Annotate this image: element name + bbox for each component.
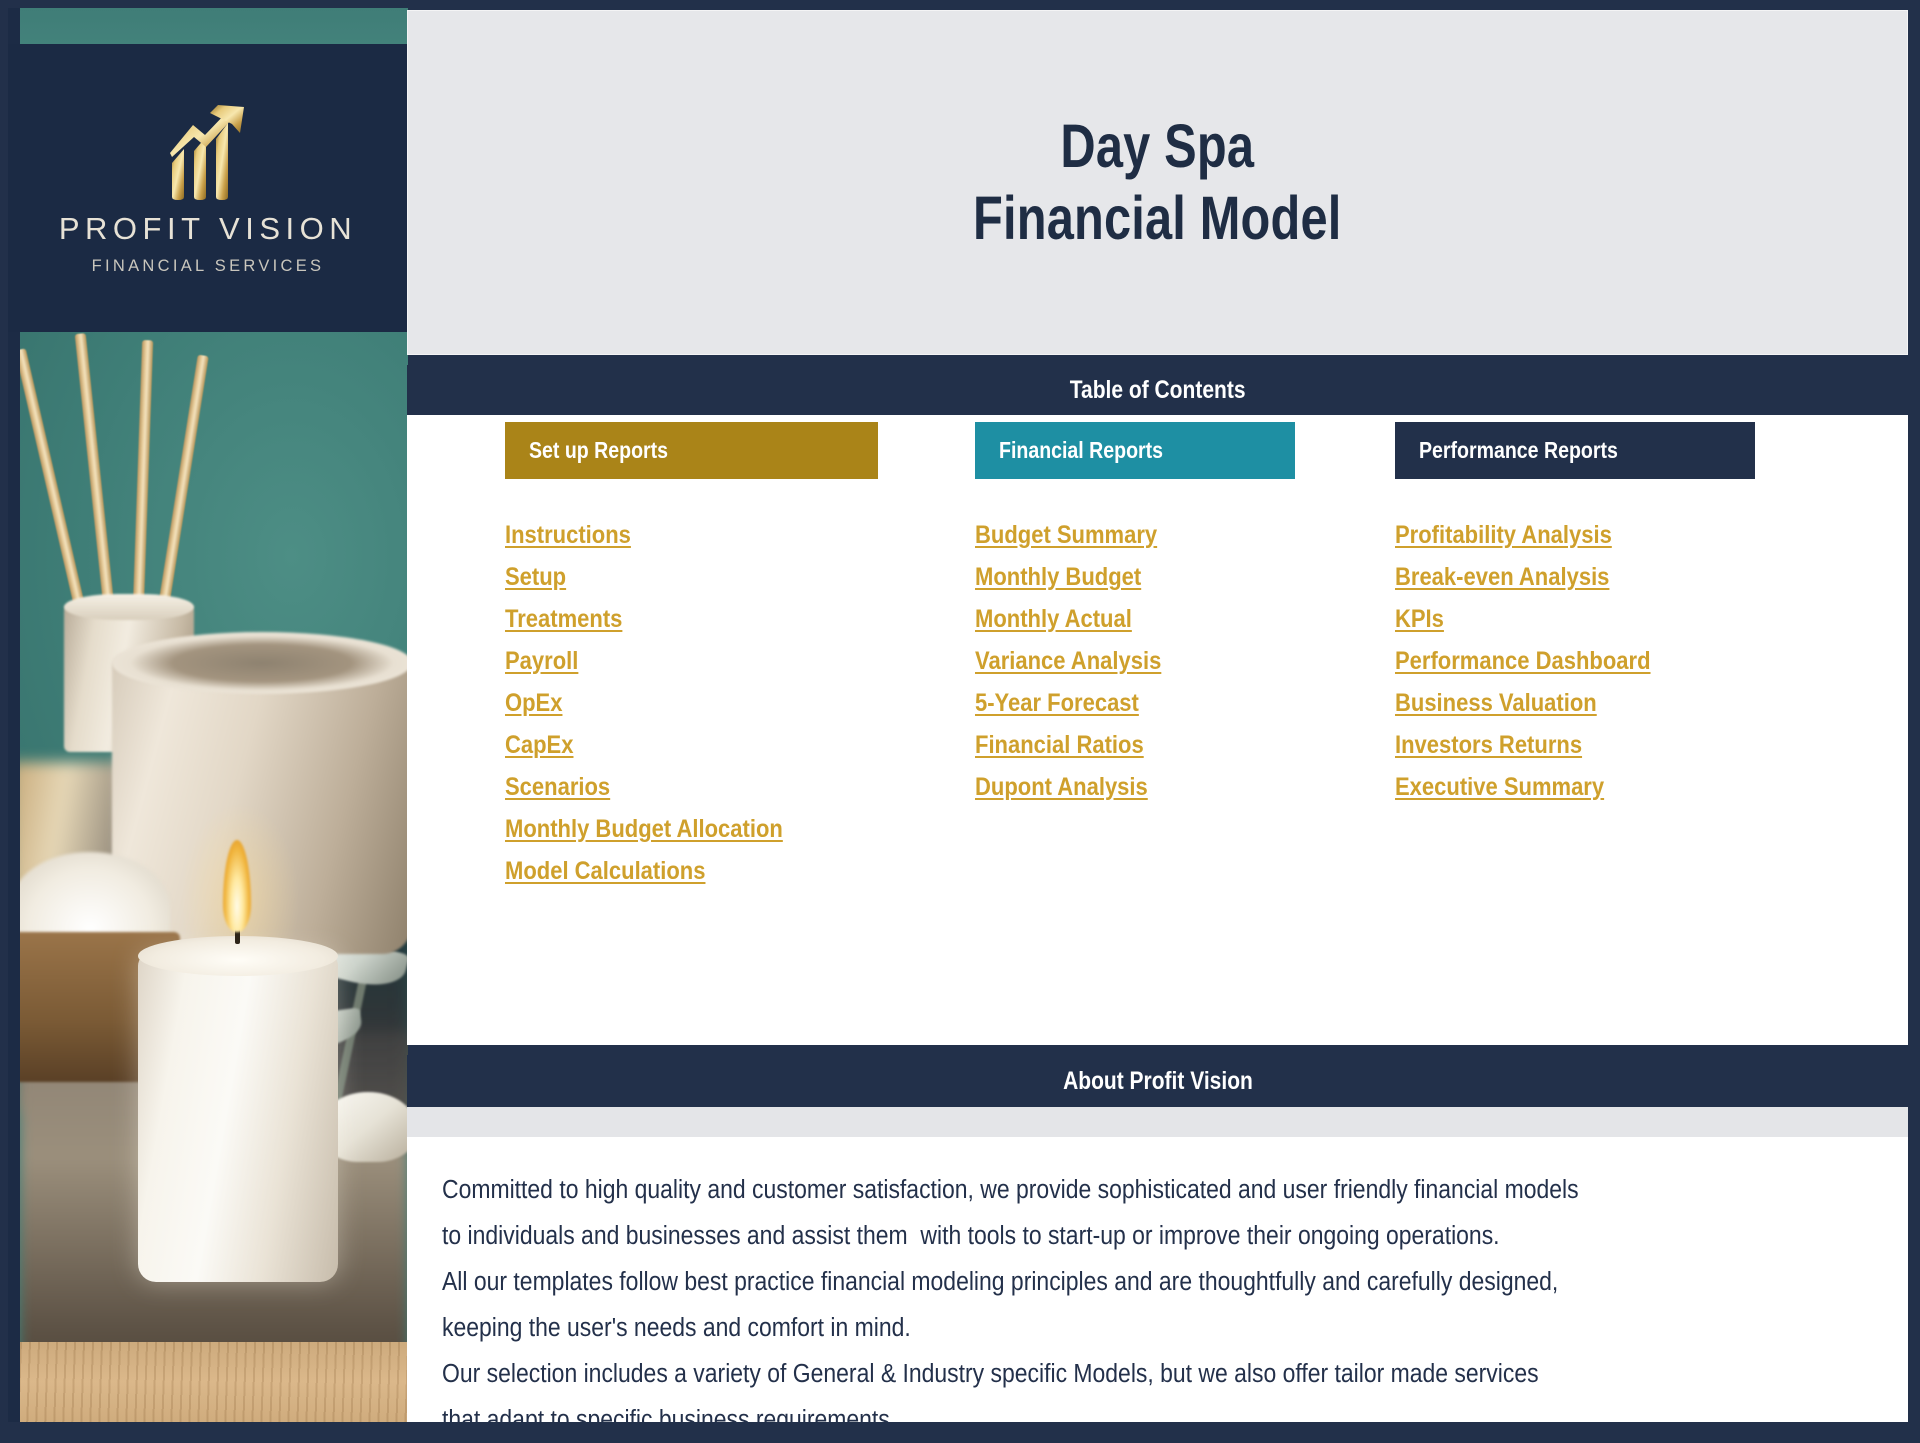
brand-sidebar: PROFIT VISION FINANCIAL SERVICES (8, 8, 408, 1432)
toc-link-budget-summary[interactable]: Budget Summary (975, 523, 1161, 548)
toc-link-capex[interactable]: CapEx (505, 733, 783, 758)
table-of-contents-body: Set up Reports Financial Reports Perform… (407, 415, 1908, 1045)
toc-link-profitability-analysis[interactable]: Profitability Analysis (1395, 523, 1651, 548)
toc-column-financial-reports: Budget Summary Monthly Budget Monthly Ac… (975, 523, 1187, 817)
title-panel: Day Spa Financial Model (407, 10, 1908, 355)
toc-link-dupont-analysis[interactable]: Dupont Analysis (975, 775, 1161, 800)
toc-column-performance-reports: Profitability Analysis Break-even Analys… (1395, 523, 1685, 817)
toc-link-monthly-budget[interactable]: Monthly Budget (975, 565, 1161, 590)
toc-link-monthly-actual[interactable]: Monthly Actual (975, 607, 1161, 632)
frame-top-edge (0, 0, 1920, 8)
table-of-contents-header: Table of Contents (407, 365, 1908, 415)
toc-link-opex[interactable]: OpEx (505, 691, 783, 716)
toc-column-set-up-reports: Instructions Setup Treatments Payroll Op… (505, 523, 821, 901)
about-spacer-strip (407, 1107, 1908, 1137)
frame-bottom-edge (0, 1422, 1920, 1440)
toc-link-payroll[interactable]: Payroll (505, 649, 783, 674)
category-tab-performance-reports[interactable]: Performance Reports (1395, 422, 1755, 479)
toc-link-5-year-forecast[interactable]: 5-Year Forecast (975, 691, 1161, 716)
toc-link-break-even-analysis[interactable]: Break-even Analysis (1395, 565, 1651, 590)
toc-link-performance-dashboard[interactable]: Performance Dashboard (1395, 649, 1651, 674)
about-section-body: Committed to high quality and customer s… (407, 1137, 1908, 1434)
toc-link-financial-ratios[interactable]: Financial Ratios (975, 733, 1161, 758)
toc-link-executive-summary[interactable]: Executive Summary (1395, 775, 1651, 800)
brand-logo-block: PROFIT VISION FINANCIAL SERVICES (8, 44, 408, 332)
toc-link-investors-returns[interactable]: Investors Returns (1395, 733, 1651, 758)
spa-photo (20, 332, 408, 1424)
frame-right-edge (1908, 0, 1920, 1440)
toc-link-kpis[interactable]: KPIs (1395, 607, 1651, 632)
about-paragraph: Committed to high quality and customer s… (442, 1176, 1579, 1434)
toc-link-model-calculations[interactable]: Model Calculations (505, 859, 783, 884)
category-tab-label: Set up Reports (529, 437, 669, 463)
frame-left-edge (0, 0, 8, 1440)
about-section-title: About Profit Vision (1062, 1066, 1253, 1095)
toc-link-scenarios[interactable]: Scenarios (505, 775, 783, 800)
toc-link-monthly-budget-allocation[interactable]: Monthly Budget Allocation (505, 817, 783, 842)
pillar-candle (138, 952, 338, 1282)
growth-bar-chart-arrow-icon (170, 104, 244, 200)
reed-sticks (20, 332, 260, 634)
category-tab-label: Financial Reports (999, 437, 1164, 463)
page-title-line-1: Day Spa (1060, 111, 1255, 180)
category-tab-label: Performance Reports (1419, 437, 1618, 463)
sidebar-top-teal-strip (20, 8, 408, 44)
toc-link-variance-analysis[interactable]: Variance Analysis (975, 649, 1161, 674)
brand-name: PROFIT VISION (58, 210, 358, 246)
toc-link-treatments[interactable]: Treatments (505, 607, 783, 632)
page-title-line-2: Financial Model (973, 183, 1342, 252)
workbook-cover-page: PROFIT VISION FINANCIAL SERVICES Day Spa… (0, 0, 1920, 1440)
category-tab-set-up-reports[interactable]: Set up Reports (505, 422, 878, 479)
brand-tagline: FINANCIAL SERVICES (91, 256, 325, 275)
page-title: Day Spa Financial Model (973, 111, 1341, 255)
table-of-contents-title: Table of Contents (1069, 375, 1246, 404)
toc-link-instructions[interactable]: Instructions (505, 523, 783, 548)
toc-link-business-valuation[interactable]: Business Valuation (1395, 691, 1651, 716)
about-section-header: About Profit Vision (407, 1055, 1908, 1107)
toc-link-setup[interactable]: Setup (505, 565, 783, 590)
category-tab-financial-reports[interactable]: Financial Reports (975, 422, 1295, 479)
